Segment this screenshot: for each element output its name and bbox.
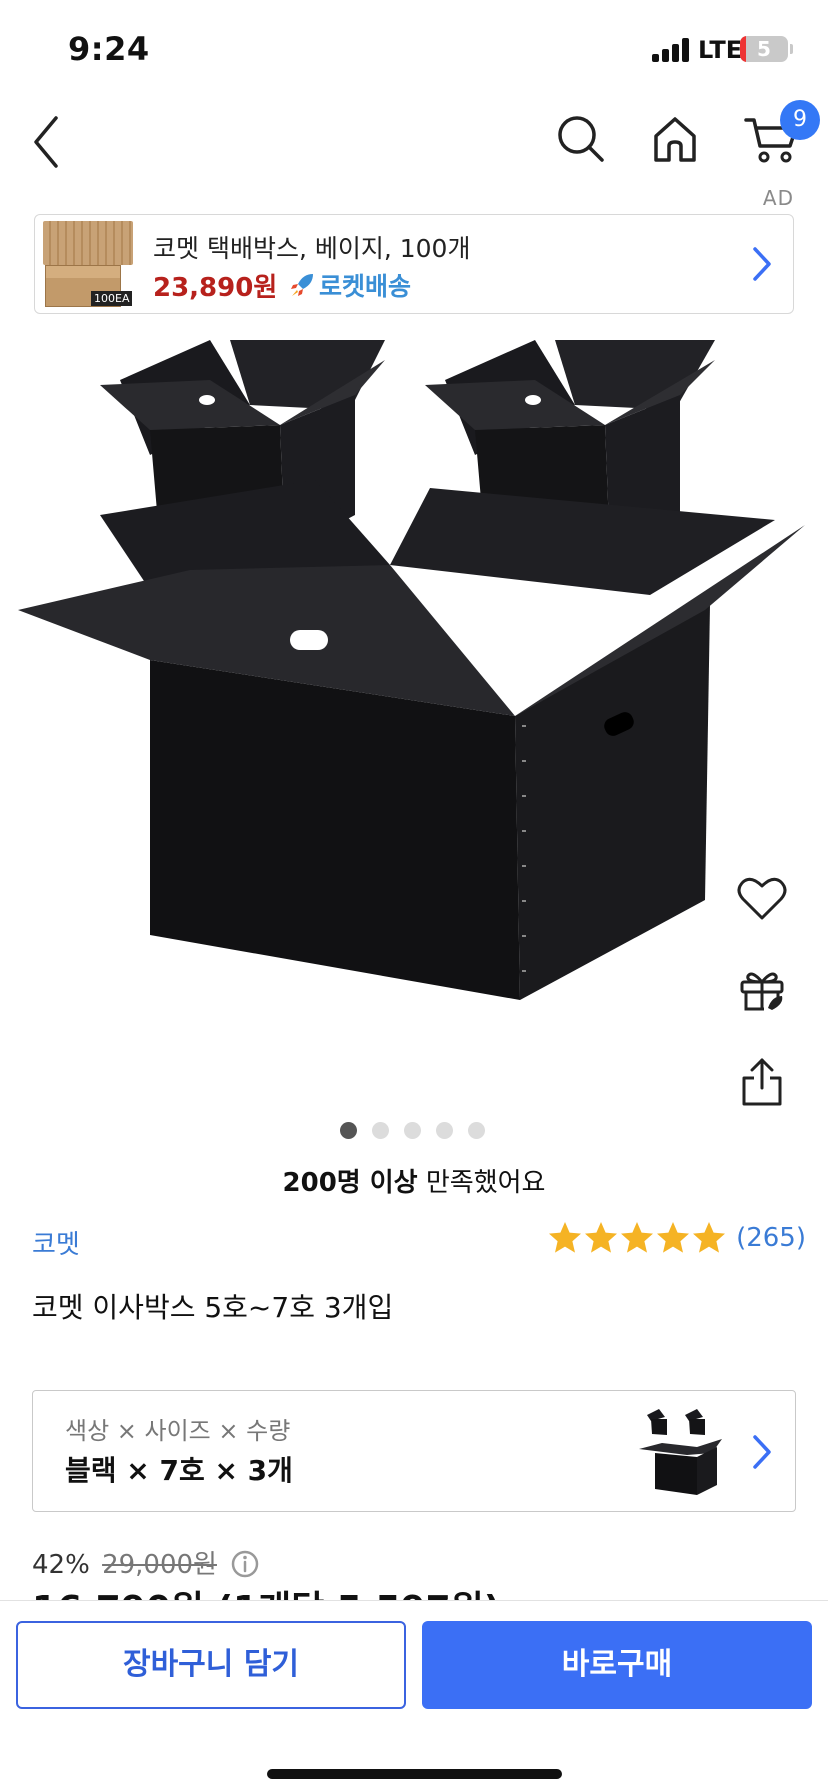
info-icon[interactable]: [231, 1550, 259, 1578]
product-title: 코멧 이사박스 5호~7호 3개입: [32, 1291, 394, 1324]
option-thumbnail: [639, 1409, 722, 1495]
carousel-dot[interactable]: [372, 1122, 389, 1139]
battery-icon: 5: [740, 36, 788, 62]
rocket-delivery-badge: 로켓배송: [289, 267, 411, 303]
product-image[interactable]: [0, 320, 828, 1140]
option-value: 블랙 × 7호 × 3개: [65, 1454, 293, 1487]
star-icon: [656, 1222, 689, 1253]
cart-count-badge: 9: [780, 100, 820, 140]
ad-price: 23,890원: [153, 273, 278, 303]
heart-icon[interactable]: [736, 874, 788, 922]
rocket-delivery-label: 로켓배송: [319, 272, 412, 301]
chevron-right-icon: [753, 1435, 771, 1469]
original-price: 29,000원: [102, 1550, 217, 1580]
rating[interactable]: (265): [547, 1220, 806, 1256]
star-icon: [548, 1222, 581, 1253]
ad-title: 코멧 택배박스, 베이지, 100개: [153, 234, 471, 263]
share-icon[interactable]: [740, 1056, 784, 1108]
ad-banner[interactable]: 100EA 코멧 택배박스, 베이지, 100개 23,890원 로켓배송: [34, 214, 794, 314]
satisfaction-text: 200명 이상 만족했어요: [0, 1162, 828, 1199]
satisfaction-label: 만족했어요: [417, 1168, 546, 1198]
large-box: [18, 480, 805, 1000]
network-label: LTE: [698, 36, 743, 64]
carousel-dot[interactable]: [436, 1122, 453, 1139]
battery-tip: [790, 44, 793, 54]
status-bar: 9:24 LTE 5: [0, 0, 828, 100]
discount-rate: 42%: [32, 1550, 90, 1580]
ad-thumb-label: 100EA: [91, 291, 133, 306]
carousel-dot[interactable]: [468, 1122, 485, 1139]
star-icon: [620, 1222, 653, 1253]
top-nav: 9: [0, 100, 828, 190]
search-icon[interactable]: [556, 114, 606, 164]
carousel-dot[interactable]: [340, 1122, 357, 1139]
home-indicator[interactable]: [267, 1769, 562, 1779]
home-icon[interactable]: [650, 114, 700, 164]
image-carousel-dots[interactable]: [340, 1122, 500, 1140]
star-icon: [692, 1222, 725, 1253]
price-discount-row: 42% 29,000원: [32, 1544, 259, 1581]
chevron-right-icon: [753, 247, 771, 281]
option-label: 색상 × 사이즈 × 수량: [65, 1417, 291, 1445]
ad-label: AD: [762, 186, 794, 210]
satisfaction-count: 200명 이상: [282, 1168, 418, 1198]
gift-icon[interactable]: [738, 966, 786, 1012]
brand-link[interactable]: 코멧: [32, 1224, 80, 1261]
back-arrow-icon[interactable]: [28, 112, 68, 172]
bottom-action-bar: 장바구니 담기 바로구매: [0, 1600, 828, 1792]
buy-now-button[interactable]: 바로구매: [422, 1621, 812, 1709]
add-to-cart-button[interactable]: 장바구니 담기: [16, 1621, 406, 1709]
signal-icon: [652, 38, 692, 62]
carousel-dot[interactable]: [404, 1122, 421, 1139]
battery-level: 5: [757, 37, 771, 61]
status-time: 9:24: [68, 30, 150, 68]
option-selector[interactable]: 색상 × 사이즈 × 수량 블랙 × 7호 × 3개: [32, 1390, 796, 1512]
review-count[interactable]: (265): [736, 1223, 806, 1253]
rocket-icon: [291, 274, 313, 296]
star-icon: [584, 1222, 617, 1253]
ad-product-thumbnail: 100EA: [41, 219, 133, 309]
